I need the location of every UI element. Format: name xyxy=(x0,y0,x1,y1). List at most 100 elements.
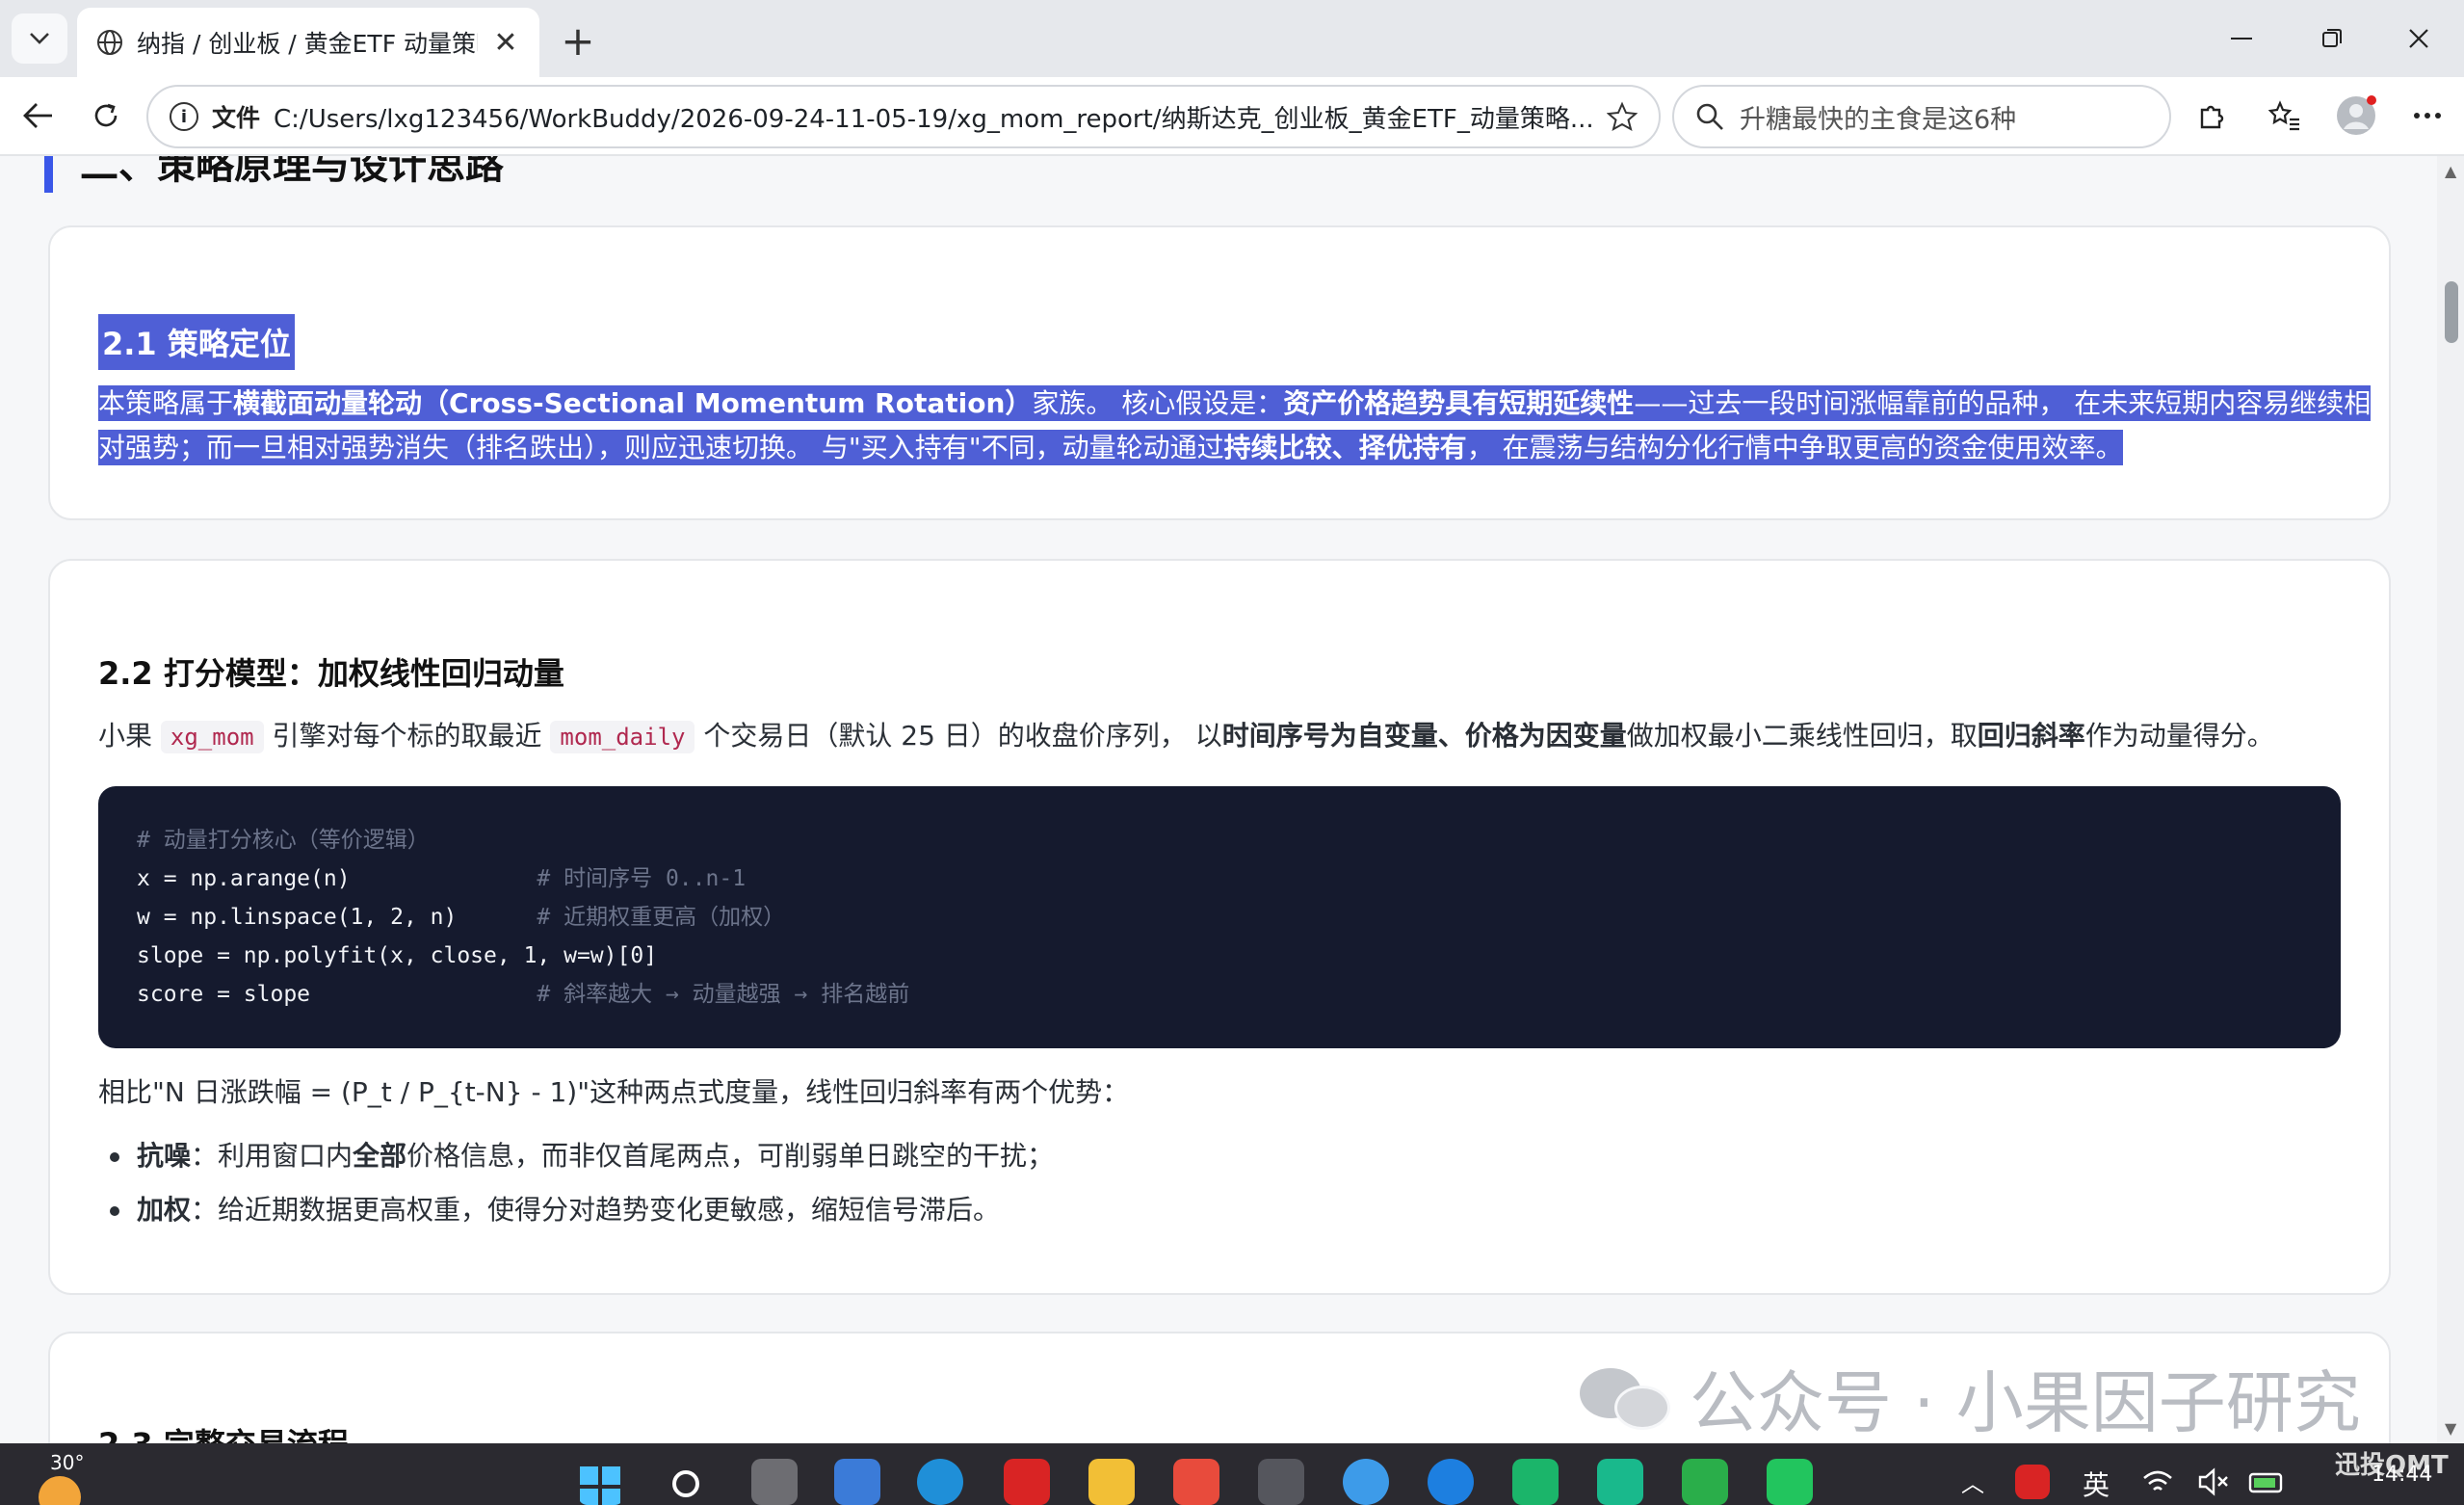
inline-code-mom-daily: mom_daily xyxy=(550,721,695,753)
wps-icon[interactable] xyxy=(1004,1459,1050,1505)
bullet-title: 加权 xyxy=(137,1194,192,1226)
browser-toolbar: i 文件 C:/Users/lxg123456/WorkBuddy/2026-0… xyxy=(0,77,2464,156)
bullet-bold: 全部 xyxy=(353,1140,407,1172)
bullet-text: ：利用窗口内 xyxy=(191,1140,354,1172)
app-icon[interactable] xyxy=(1258,1459,1304,1505)
code-line: # 动量打分核心（等价逻辑） xyxy=(137,828,430,853)
heading-2-2: 2.2 打分模型：加权线性回归动量 xyxy=(98,655,564,692)
lead-bold: 回归斜率 xyxy=(1977,720,2085,752)
weather-icon[interactable] xyxy=(39,1476,81,1505)
app-icon[interactable] xyxy=(834,1459,880,1505)
tab-strip: 纳指 / 创业板 / 黄金ETF 动量策略E ✕ + xyxy=(0,0,2464,77)
p-text: 家族。 核心假设是： xyxy=(1032,387,1284,419)
clock[interactable]: 14:44 xyxy=(2372,1463,2432,1487)
back-button[interactable] xyxy=(13,91,64,141)
address-bar[interactable]: i 文件 C:/Users/lxg123456/WorkBuddy/2026-0… xyxy=(146,85,1661,148)
favorites-button[interactable] xyxy=(2260,91,2310,141)
code-line: w = np.linspace(1, 2, n) # 近期权重更高（加权） xyxy=(137,898,2302,937)
advantages-list: 抗噪：利用窗口内全部价格信息，而非仅首尾两点，可削弱单日跳空的干扰； 加权：给近… xyxy=(110,1129,1054,1237)
bullet-title: 抗噪 xyxy=(137,1140,192,1172)
app-icon[interactable] xyxy=(1343,1459,1389,1505)
code-comment: # 斜率越大 → 动量越强 → 排名越前 xyxy=(537,982,910,1007)
list-item: 抗噪：利用窗口内全部价格信息，而非仅首尾两点，可削弱单日跳空的干扰； xyxy=(110,1129,1054,1183)
new-tab-button[interactable]: + xyxy=(555,17,601,65)
inline-code-xg-mom: xg_mom xyxy=(160,721,264,753)
folder-icon[interactable] xyxy=(1088,1459,1135,1505)
more-dots-icon xyxy=(2414,113,2441,119)
app-icon[interactable] xyxy=(1767,1459,1813,1505)
restore-button[interactable] xyxy=(2296,13,2368,64)
scrollbar-thumb[interactable] xyxy=(2445,281,2458,343)
code-line: score = slope # 斜率越大 → 动量越强 → 排名越前 xyxy=(137,975,2302,1014)
wifi-icon[interactable] xyxy=(2140,1465,2175,1499)
p-bold: 横截面动量轮动（Cross-Sectional Momentum Rotatio… xyxy=(233,387,1033,419)
reload-icon xyxy=(94,103,118,127)
code-text: x = np.arange(n) xyxy=(137,866,537,891)
app-icon[interactable] xyxy=(1512,1459,1559,1505)
app-icon[interactable] xyxy=(1597,1459,1643,1505)
scroll-down-icon[interactable]: ▼ xyxy=(2445,1419,2456,1438)
search-query: 升糖最快的主食是这6种 xyxy=(1740,104,2017,135)
start-icon[interactable] xyxy=(578,1459,624,1505)
wechat-logo-icon xyxy=(1580,1364,1672,1432)
code-comment: # 近期权重更高（加权） xyxy=(537,905,786,930)
more-button[interactable] xyxy=(2402,91,2452,141)
volume-muted-icon[interactable] xyxy=(2196,1465,2231,1499)
bullet-text: ：给近期数据更高权重，使得分对趋势变化更敏感，缩短信号滞后。 xyxy=(191,1194,1001,1226)
code-text: score = slope xyxy=(137,982,537,1007)
watermark: 公众号 · 小果因子研究 xyxy=(1580,1349,2361,1446)
avatar-icon xyxy=(2337,95,2376,135)
star-icon[interactable] xyxy=(1607,101,1638,132)
close-tab-icon[interactable]: ✕ xyxy=(491,26,520,60)
p-text: 对强势；而一旦相对强势消失（排名跌出），则应迅速切换。 与"买入持有"不同，动量… xyxy=(98,432,1224,463)
battery-icon[interactable] xyxy=(2248,1465,2289,1499)
profile-button[interactable] xyxy=(2331,91,2381,141)
wps-tray-icon[interactable] xyxy=(2015,1465,2050,1499)
store-icon[interactable] xyxy=(1173,1459,1219,1505)
strategy-position-paragraph: 本策略属于横截面动量轮动（Cross-Sectional Momentum Ro… xyxy=(98,382,2391,470)
browser-icon[interactable] xyxy=(1428,1459,1474,1505)
minimize-button[interactable] xyxy=(2206,13,2277,64)
extensions-button[interactable] xyxy=(2187,91,2237,141)
list-item: 加权：给近期数据更高权重，使得分对趋势变化更敏感，缩短信号滞后。 xyxy=(110,1183,1054,1237)
lead-text: 做加权最小二乘线性回归，取 xyxy=(1626,720,1978,752)
arrow-left-icon xyxy=(23,103,52,128)
ime-indicator[interactable]: 英 xyxy=(2083,1465,2110,1503)
p-text: 本策略属于 xyxy=(98,387,234,419)
search-box[interactable]: 升糖最快的主食是这6种 xyxy=(1672,85,2171,148)
puzzle-icon xyxy=(2200,105,2224,129)
card-scoring-model: 2.2 打分模型：加权线性回归动量 小果 xg_mom 引擎对每个标的取最近 m… xyxy=(48,559,2391,1295)
tray-chevron-icon[interactable]: ︿ xyxy=(1961,1465,1984,1498)
favorites-list-icon xyxy=(2268,100,2299,131)
reload-button[interactable] xyxy=(81,91,131,141)
info-icon[interactable]: i xyxy=(170,102,198,131)
vertical-scrollbar[interactable]: ▲ ▼ xyxy=(2437,156,2464,1443)
edge-icon[interactable] xyxy=(917,1459,963,1505)
scoring-lead-paragraph: 小果 xg_mom 引擎对每个标的取最近 mom_daily 个交易日（默认 2… xyxy=(98,715,2274,758)
tab-title: 纳指 / 创业板 / 黄金ETF 动量策略E xyxy=(137,30,478,58)
tab-actions-menu-button[interactable] xyxy=(12,13,67,64)
temperature: 30° xyxy=(50,1451,85,1474)
code-line: slope = np.polyfit(x, close, 1, w=w)[0] xyxy=(137,943,658,968)
code-comment: # 时间序号 0..n-1 xyxy=(537,866,747,891)
globe-icon xyxy=(97,30,122,55)
section-heading: 二、策略原理与设计思路 xyxy=(44,156,504,193)
task-view-icon[interactable] xyxy=(751,1459,798,1505)
watermark-text: 公众号 · 小果因子研究 xyxy=(1690,1363,2361,1442)
close-icon xyxy=(2409,29,2428,48)
search-icon xyxy=(1696,103,1723,130)
wechat-icon[interactable] xyxy=(1682,1459,1728,1505)
minimize-icon xyxy=(2231,38,2252,40)
card-strategy-position: 2.1 策略定位 本策略属于横截面动量轮动（Cross-Sectional Mo… xyxy=(48,225,2391,520)
scroll-up-icon[interactable]: ▲ xyxy=(2445,162,2456,180)
scheme-label: 文件 xyxy=(212,104,261,132)
lead-text: 小果 xyxy=(98,720,161,752)
chevron-down-icon xyxy=(30,33,49,44)
close-window-button[interactable] xyxy=(2383,13,2454,64)
comparison-note: 相比"N 日涨跌幅 = (P_t / P_{t-N} - 1)"这种两点式度量，… xyxy=(98,1076,1130,1108)
tab-active[interactable]: 纳指 / 创业板 / 黄金ETF 动量策略E ✕ xyxy=(77,8,539,77)
page-content: 二、策略原理与设计思路 2.1 策略定位 本策略属于横截面动量轮动（Cross-… xyxy=(0,156,2437,1443)
bullet-text: 价格信息，而非仅首尾两点，可削弱单日跳空的干扰； xyxy=(406,1140,1055,1172)
url-text[interactable]: C:/Users/lxg123456/WorkBuddy/2026-09-24-… xyxy=(274,99,1593,135)
search-icon[interactable] xyxy=(665,1459,711,1505)
